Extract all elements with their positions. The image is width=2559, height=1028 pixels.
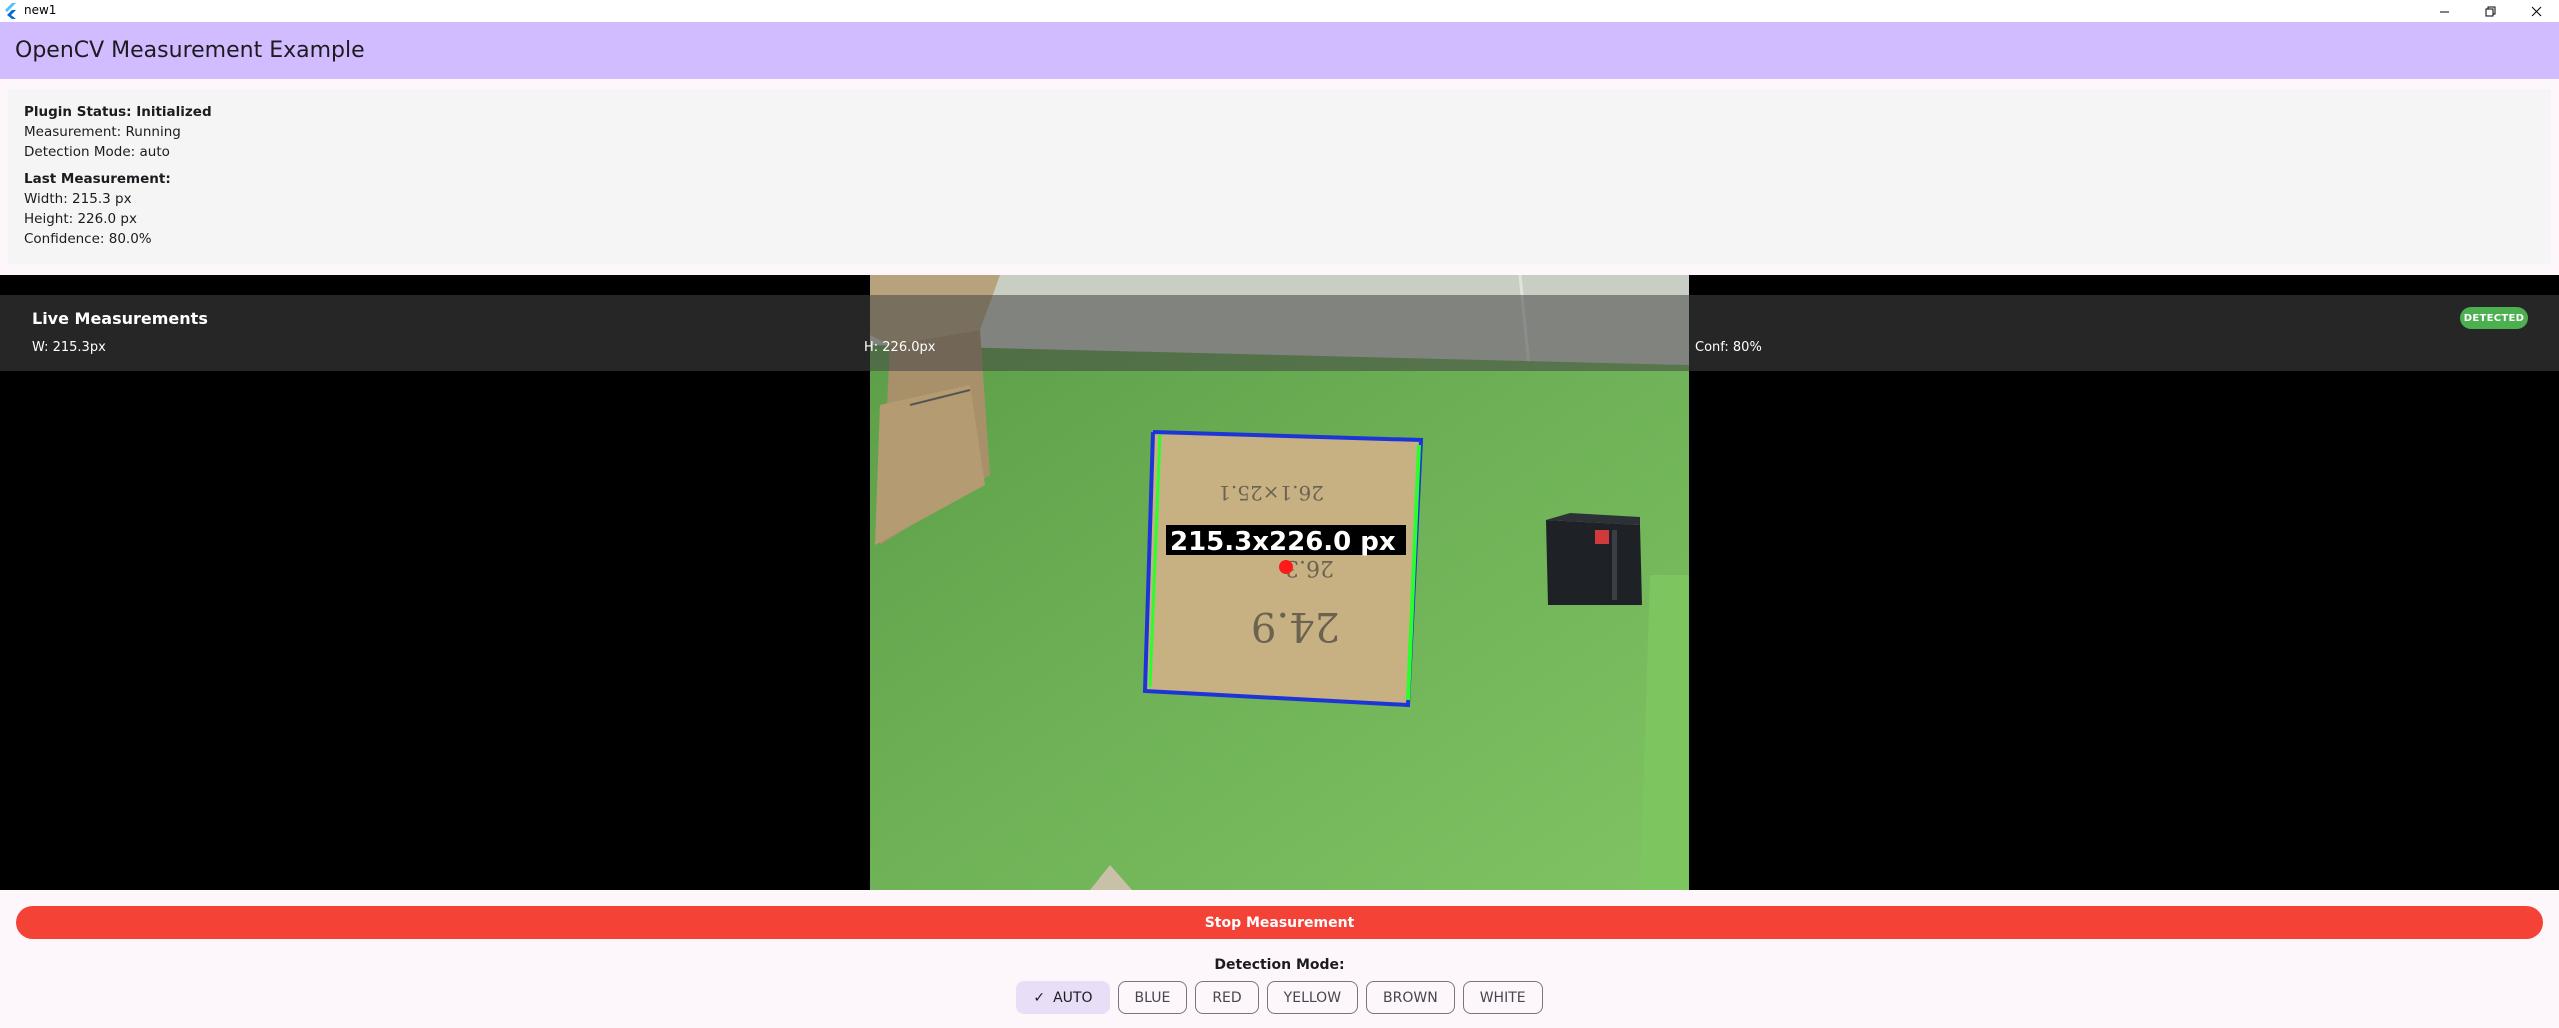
detection-mode-status: Detection Mode: auto (24, 144, 170, 160)
minimize-button[interactable] (2421, 0, 2467, 22)
plugin-status: Plugin Status: Initialized (24, 104, 212, 120)
mode-chip-blue[interactable]: BLUE (1117, 981, 1188, 1014)
detection-mode-chips: ✓ AUTO BLUE RED YELLOW BROWN WHITE (0, 981, 2559, 1014)
flutter-logo-icon (5, 3, 16, 19)
minimize-icon (2439, 11, 2449, 12)
chip-label: RED (1212, 989, 1242, 1006)
detected-badge: DETECTED (2460, 307, 2528, 329)
chip-label: AUTO (1053, 989, 1093, 1006)
last-width: Width: 215.3 px (24, 191, 132, 207)
app-bar: OpenCV Measurement Example (0, 22, 2559, 79)
live-measurements-title: Live Measurements (32, 309, 208, 328)
camera-preview: 26.1×25.1 26.3 24.9 215.3x226.0 px Live … (0, 275, 2559, 890)
chip-label: WHITE (1479, 989, 1526, 1006)
mode-chip-yellow[interactable]: YELLOW (1266, 981, 1359, 1014)
restore-icon (2485, 6, 2495, 16)
measurement-status: Measurement: Running (24, 124, 181, 140)
mode-chip-brown[interactable]: BROWN (1366, 981, 1455, 1014)
check-icon: ✓ (1033, 989, 1046, 1006)
measurement-overlay-label: 215.3x226.0 px (1170, 527, 1396, 557)
last-height: Height: 226.0 px (24, 211, 137, 227)
close-icon (2531, 6, 2541, 16)
live-height: H: 226.0px (864, 340, 936, 355)
last-confidence: Confidence: 80.0% (24, 231, 152, 247)
handwriting-top: 26.1×25.1 (1218, 481, 1324, 505)
last-measurement-heading: Last Measurement: (24, 171, 171, 187)
detection-mode-label: Detection Mode: (1214, 957, 1345, 973)
window-titlebar: new1 (0, 0, 2559, 22)
stop-measurement-button[interactable]: Stop Measurement (16, 906, 2543, 939)
mode-chip-white[interactable]: WHITE (1462, 981, 1543, 1014)
live-width: W: 215.3px (32, 340, 106, 355)
chip-label: BLUE (1134, 989, 1171, 1006)
center-point-marker (1279, 560, 1293, 574)
close-button[interactable] (2513, 0, 2559, 22)
live-confidence: Conf: 80% (1695, 340, 1762, 355)
chip-label: YELLOW (1283, 989, 1342, 1006)
mode-chip-auto[interactable]: ✓ AUTO (1016, 981, 1110, 1014)
mode-chip-red[interactable]: RED (1195, 981, 1259, 1014)
restore-button[interactable] (2467, 0, 2513, 22)
app-title: OpenCV Measurement Example (15, 38, 365, 63)
window-title: new1 (24, 3, 57, 17)
status-card: Plugin Status: Initialized Measurement: … (8, 89, 2551, 264)
handwriting-bottom: 24.9 (1251, 603, 1340, 649)
chip-label: BROWN (1383, 989, 1438, 1006)
live-measurements-overlay (0, 295, 2559, 371)
